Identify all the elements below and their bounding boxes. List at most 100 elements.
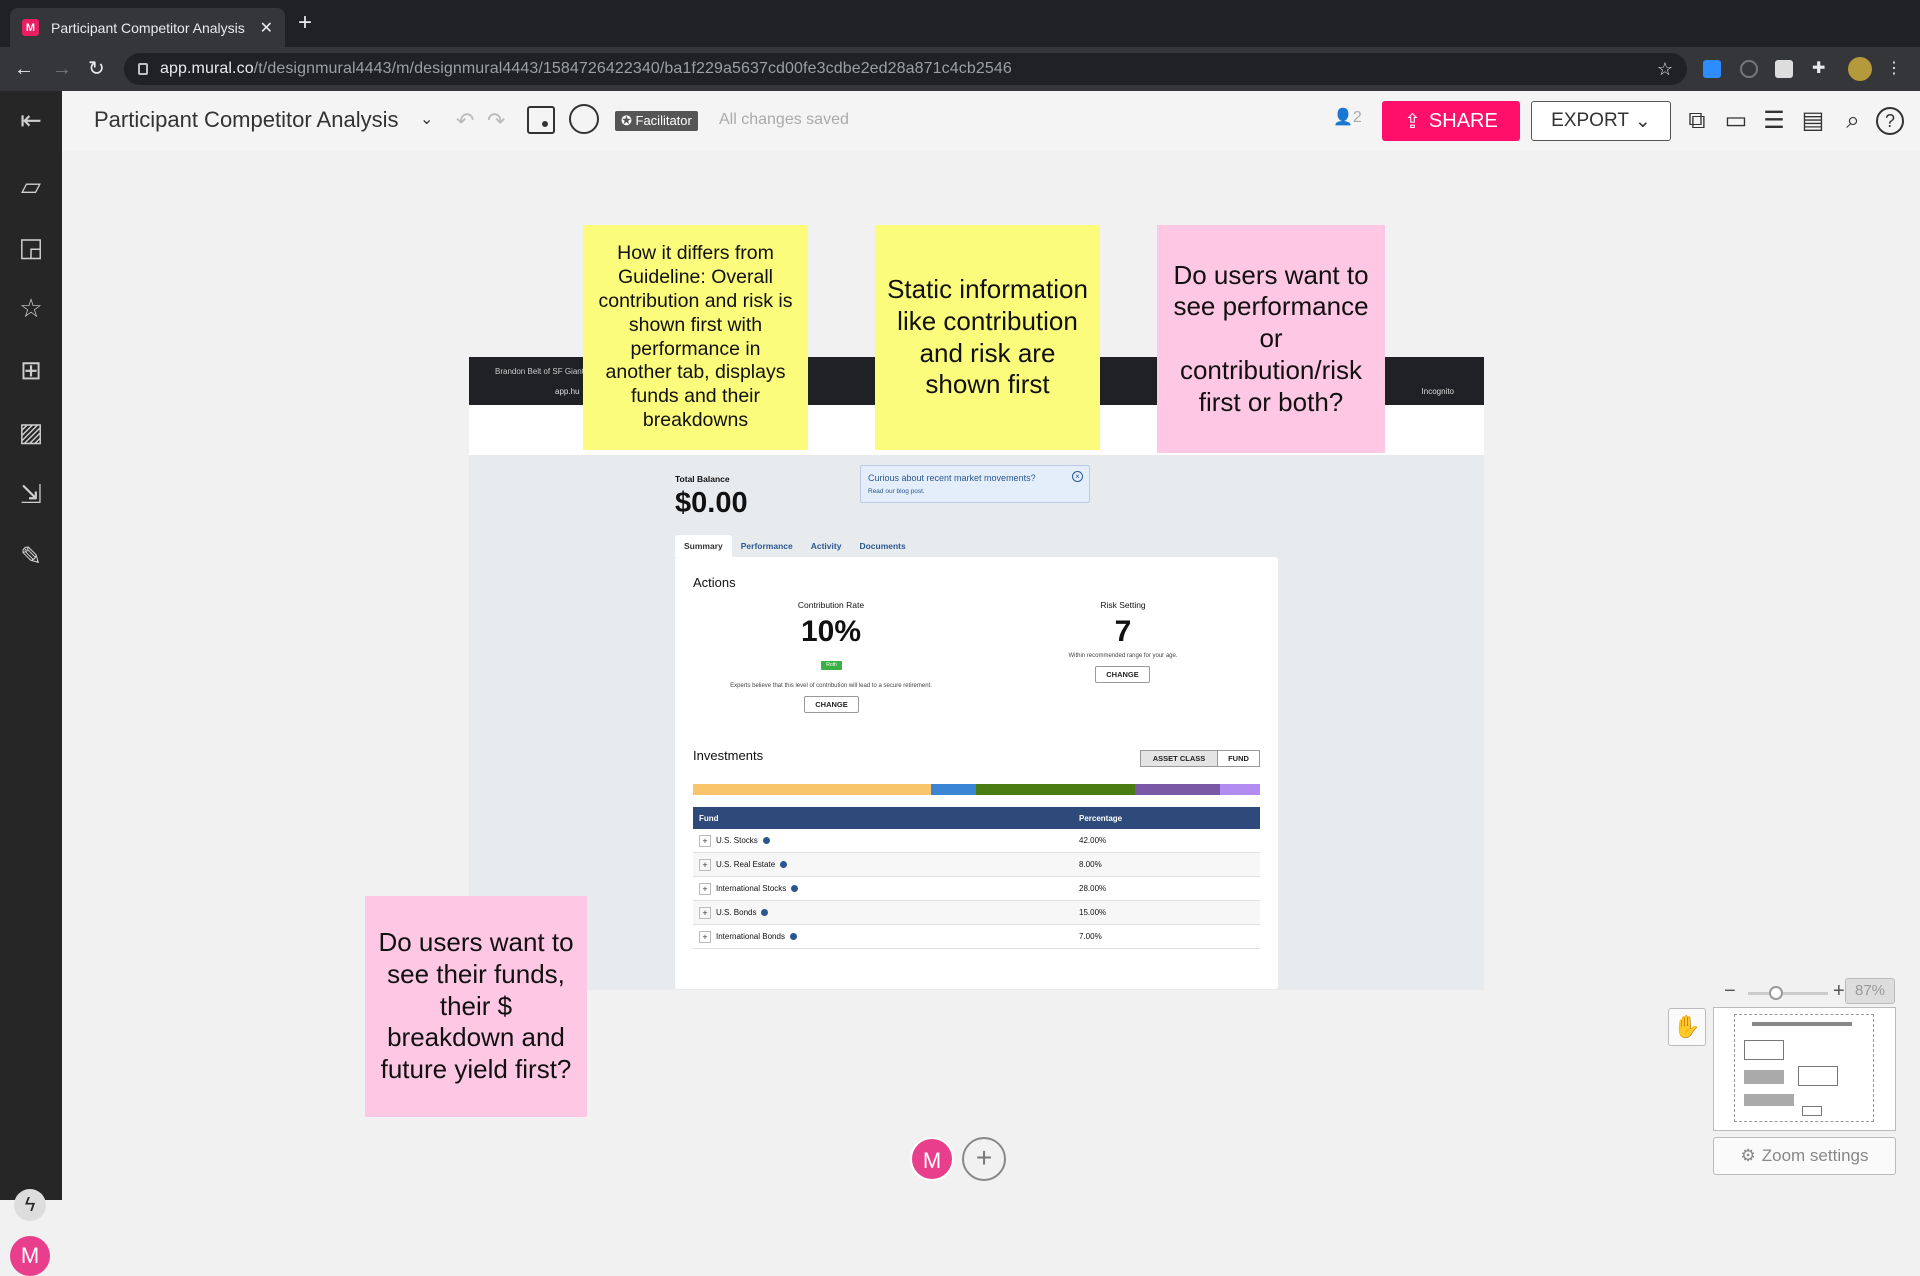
frameworks-grid-icon[interactable]: ⊞ bbox=[16, 355, 46, 385]
sticky-note[interactable]: Do users want to see their funds, their … bbox=[365, 896, 587, 1117]
roth-badge: Roth bbox=[821, 661, 842, 670]
tab-activity: Activity bbox=[810, 541, 842, 551]
chevron-down-icon[interactable]: ⌄ bbox=[420, 109, 433, 129]
zoom-level[interactable]: 87% bbox=[1845, 978, 1895, 1004]
undo-icon[interactable]: ↶ bbox=[456, 108, 474, 134]
minimap-content bbox=[1798, 1066, 1838, 1086]
allocation-bar bbox=[693, 784, 1260, 795]
table-row: + International Bonds 7.00% bbox=[693, 925, 1260, 949]
minimap-content bbox=[1802, 1106, 1822, 1116]
left-toolbar: ⇤ ▱ ◲ ☆ ⊞ ▨ ⇲ ✎ ϟ M bbox=[0, 91, 62, 1276]
chat-icon[interactable]: ⧉ bbox=[1682, 107, 1712, 135]
shapes-icon[interactable]: ◲ bbox=[16, 232, 46, 262]
back-arrow-icon[interactable]: ← bbox=[14, 57, 34, 81]
bookmark-star-icon[interactable]: ☆ bbox=[1657, 59, 1673, 80]
laser-pointer-icon[interactable] bbox=[527, 106, 555, 134]
reload-icon[interactable]: ↻ bbox=[88, 57, 105, 81]
puzzle-extensions-icon[interactable]: ✚ bbox=[1812, 60, 1830, 78]
contribution-rate-label: Contribution Rate bbox=[797, 600, 865, 610]
sticky-note-icon[interactable]: ▱ bbox=[16, 171, 46, 201]
share-button[interactable]: ⇪ SHARE bbox=[1382, 101, 1520, 141]
pencil-icon[interactable]: ✎ bbox=[16, 541, 46, 571]
zoom-slider[interactable] bbox=[1748, 992, 1828, 995]
fund-name: International Stocks bbox=[716, 884, 787, 893]
change-contribution-button: CHANGE bbox=[804, 696, 859, 713]
zoom-out-icon[interactable]: − bbox=[1724, 980, 1736, 1003]
board-title[interactable]: Participant Competitor Analysis bbox=[94, 107, 398, 133]
agenda-icon[interactable]: ☰ bbox=[1759, 107, 1789, 135]
url-path: /t/designmural4443/m/designmural4443/158… bbox=[253, 60, 1012, 77]
invite-plus-button[interactable]: + bbox=[962, 1137, 1006, 1181]
redo-icon[interactable]: ↷ bbox=[487, 108, 505, 134]
percentage-cell: 8.00% bbox=[1079, 860, 1102, 869]
percentage-cell: 42.00% bbox=[1079, 836, 1107, 845]
table-header: Fund Percentage bbox=[693, 807, 1260, 829]
zoom-extension-icon[interactable] bbox=[1703, 60, 1721, 78]
star-icon[interactable]: ☆ bbox=[16, 293, 46, 323]
zoom-slider-handle[interactable] bbox=[1769, 986, 1783, 1000]
new-tab-button[interactable]: + bbox=[298, 11, 312, 35]
change-risk-button: CHANGE bbox=[1095, 666, 1150, 683]
image-icon[interactable]: ▨ bbox=[16, 417, 46, 447]
minimap-content bbox=[1744, 1040, 1784, 1060]
percentage-column-header: Percentage bbox=[1079, 813, 1123, 823]
sticky-note[interactable]: How it differs from Guideline: Overall c… bbox=[583, 225, 808, 450]
browser-tab-strip: M Participant Competitor Analysis ✕ + bbox=[0, 0, 1920, 47]
url-domain: app.mural.co bbox=[160, 60, 254, 77]
fund-cell: + U.S. Real Estate bbox=[693, 858, 1073, 871]
search-icon[interactable]: ⌕ bbox=[1838, 107, 1868, 135]
extension-icon[interactable] bbox=[1775, 60, 1793, 78]
zoom-settings-label: Zoom settings bbox=[1761, 1146, 1869, 1165]
hand-pan-icon[interactable]: ✋ bbox=[1668, 1008, 1706, 1046]
zoom-in-icon[interactable]: + bbox=[1833, 980, 1845, 1003]
zoom-settings-button[interactable]: ⚙ Zoom settings bbox=[1713, 1137, 1896, 1175]
timer-icon[interactable] bbox=[569, 104, 599, 134]
actions-heading: Actions bbox=[693, 575, 736, 590]
fund-column-header: Fund bbox=[699, 813, 719, 823]
screenshot-url: app.hu bbox=[555, 387, 580, 396]
expand-plus-icon: + bbox=[699, 882, 711, 895]
extension-icon[interactable] bbox=[1740, 60, 1758, 78]
comment-icon[interactable]: ▭ bbox=[1721, 107, 1751, 135]
market-notice: Curious about recent market movements? R… bbox=[860, 465, 1090, 503]
allocation-segment bbox=[693, 784, 932, 795]
expand-plus-icon: + bbox=[699, 930, 711, 943]
facilitator-badge[interactable]: ✪ Facilitator bbox=[615, 111, 698, 131]
gear-icon: ⚙ bbox=[1740, 1146, 1756, 1165]
minimap-content bbox=[1744, 1070, 1784, 1084]
export-button[interactable]: EXPORT ⌄ bbox=[1531, 101, 1671, 141]
risk-setting-label: Risk Setting bbox=[1100, 600, 1146, 610]
table-row: + U.S. Bonds 15.00% bbox=[693, 901, 1260, 925]
sticky-note[interactable]: Do users want to see performance or cont… bbox=[1157, 225, 1385, 453]
collaborator-avatar[interactable]: M bbox=[910, 1137, 954, 1181]
fund-cell: + U.S. Bonds bbox=[693, 906, 1073, 919]
profile-avatar[interactable] bbox=[1848, 57, 1872, 81]
expand-plus-icon: + bbox=[699, 858, 711, 871]
tab-performance: Performance bbox=[740, 541, 793, 551]
fund-cell: + International Bonds bbox=[693, 930, 1073, 943]
tab-summary: Summary bbox=[675, 535, 732, 557]
browser-toolbar: ← → ↻ app.mural.co/t/designmural4443/m/d… bbox=[0, 47, 1920, 91]
collapse-panel-icon[interactable]: ⇤ bbox=[16, 105, 46, 135]
participant-count: 2 bbox=[1352, 109, 1362, 126]
browser-tab[interactable]: M Participant Competitor Analysis ✕ bbox=[10, 8, 285, 47]
minimap[interactable] bbox=[1713, 1007, 1896, 1131]
forward-arrow-icon[interactable]: → bbox=[52, 57, 72, 81]
participants-count[interactable]: 👤2 bbox=[1333, 107, 1362, 127]
help-icon[interactable]: ? bbox=[1876, 107, 1904, 135]
user-avatar[interactable]: M bbox=[10, 1236, 50, 1276]
asset-class-toggle: ASSET CLASS bbox=[1140, 750, 1218, 767]
close-tab-icon[interactable]: ✕ bbox=[260, 18, 273, 38]
table-row: + U.S. Stocks 42.00% bbox=[693, 829, 1260, 853]
import-icon[interactable]: ⇲ bbox=[16, 479, 46, 509]
outline-list-icon[interactable]: ▤ bbox=[1798, 107, 1828, 135]
sticky-note[interactable]: Static information like contribution and… bbox=[875, 225, 1100, 450]
browser-menu-icon[interactable]: ⋮ bbox=[1886, 60, 1904, 78]
user-icon: 👤 bbox=[1333, 109, 1353, 126]
info-icon bbox=[791, 885, 799, 892]
address-bar[interactable]: app.mural.co/t/designmural4443/m/designm… bbox=[124, 53, 1687, 85]
risk-note: Within recommended range for your age. bbox=[1068, 653, 1178, 659]
lightning-icon[interactable]: ϟ bbox=[14, 1189, 46, 1221]
table-row: + U.S. Real Estate 8.00% bbox=[693, 853, 1260, 877]
allocation-segment bbox=[931, 784, 977, 795]
